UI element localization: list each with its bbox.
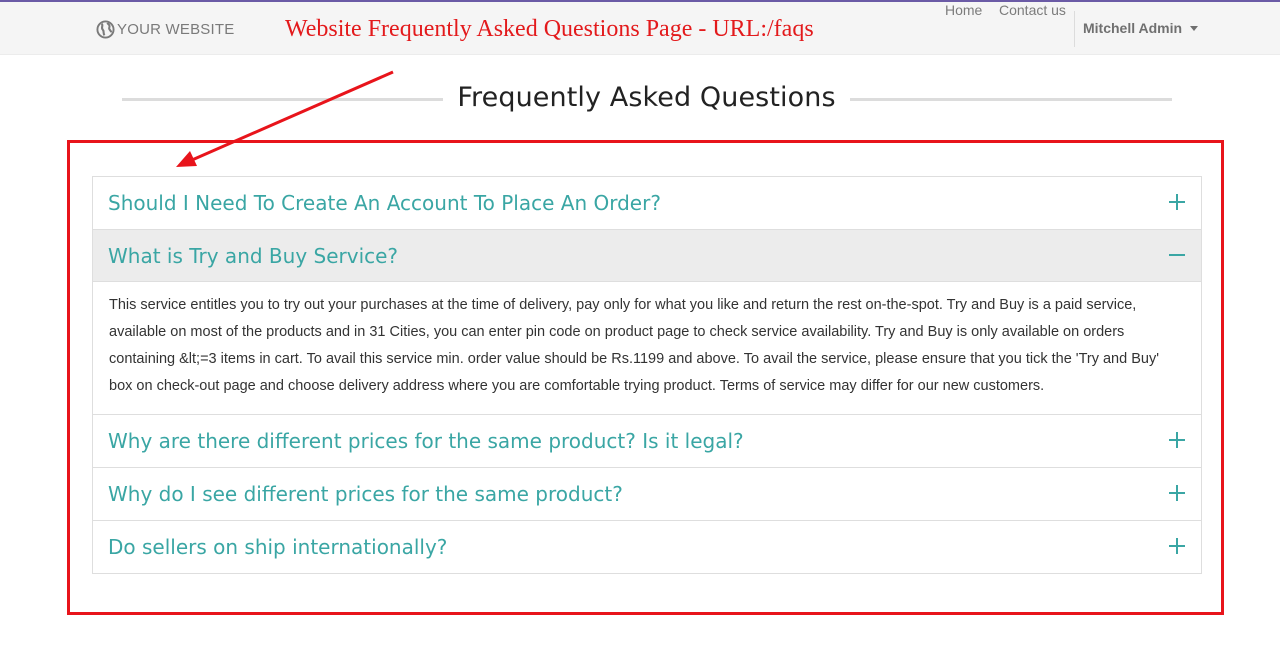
nav-contact-link[interactable]: Contact us (999, 2, 1066, 18)
nav-divider (1074, 11, 1075, 47)
annotation-highlight-box (67, 140, 1224, 615)
brand-name: YOUR WEBSITE (117, 20, 235, 38)
navbar: YOUR WEBSITE Website Frequently Asked Qu… (0, 2, 1280, 55)
brand-logo[interactable]: YOUR WEBSITE (96, 19, 234, 39)
title-rule-left (122, 98, 443, 101)
globe-icon (96, 19, 115, 39)
title-rule-right (850, 98, 1172, 101)
nav-home-link[interactable]: Home (945, 2, 982, 18)
page-title: Frequently Asked Questions (457, 82, 836, 113)
annotation-caption: Website Frequently Asked Questions Page … (285, 16, 814, 42)
user-menu-dropdown[interactable]: Mitchell Admin (1083, 20, 1199, 36)
chevron-down-icon (1190, 25, 1199, 31)
user-name: Mitchell Admin (1083, 20, 1183, 36)
